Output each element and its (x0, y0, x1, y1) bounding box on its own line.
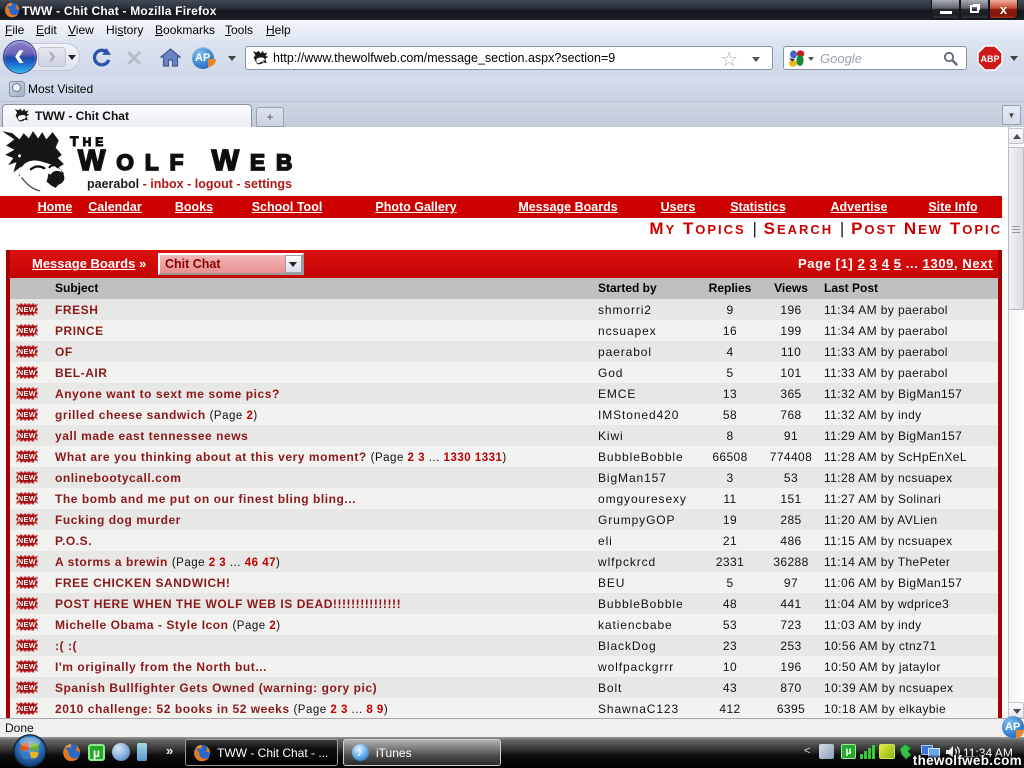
svg-text:ABP: ABP (980, 54, 999, 64)
